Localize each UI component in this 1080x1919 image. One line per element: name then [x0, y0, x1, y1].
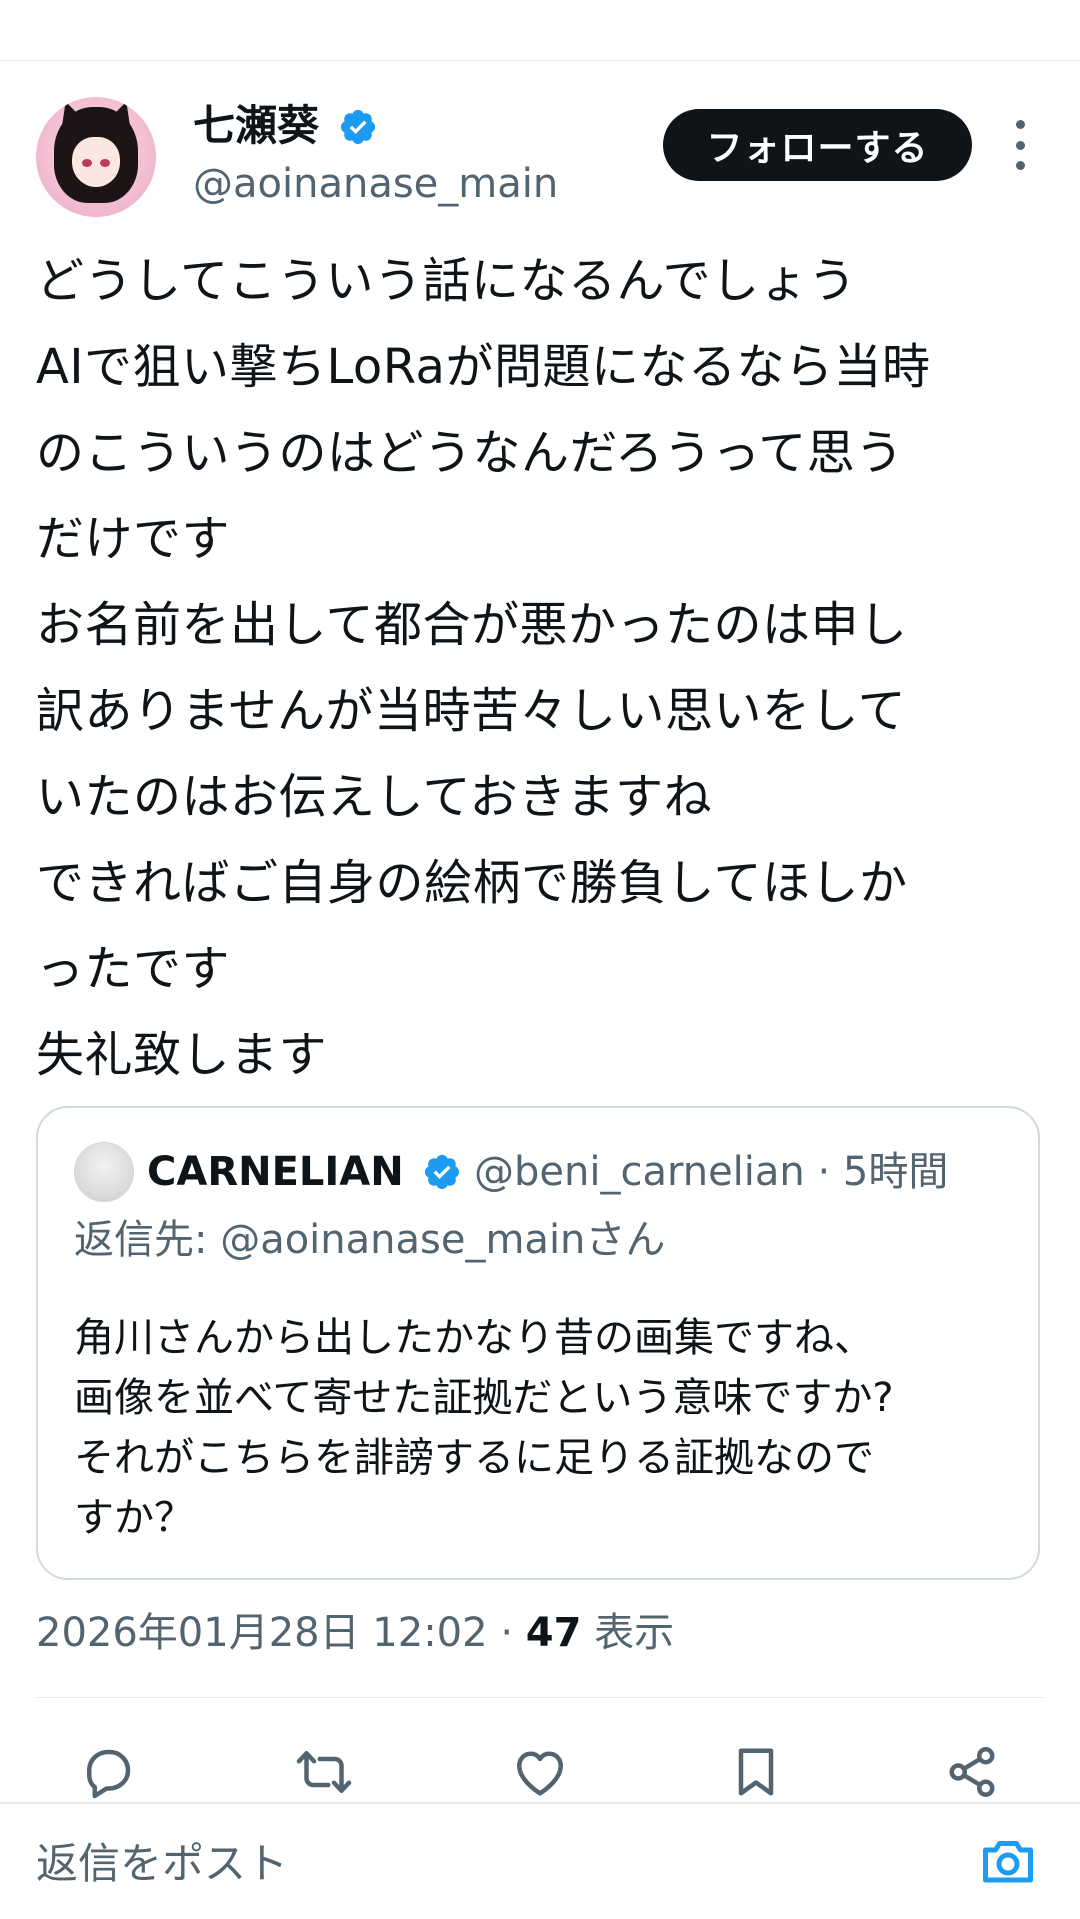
share-icon	[949, 1747, 995, 1797]
views-count: 47	[525, 1610, 582, 1656]
quote-text-line: 角川さんから出したかなり昔の画集ですね、	[74, 1315, 874, 1361]
camera-button[interactable]	[978, 1830, 1038, 1890]
repost-icon	[296, 1751, 352, 1793]
post-text-line: だけです	[36, 511, 231, 567]
bookmark-button[interactable]	[724, 1740, 788, 1804]
like-icon	[517, 1751, 563, 1796]
quote-meta: @beni_carnelian · 5時間	[474, 1146, 948, 1198]
post-text-line: お名前を出して都合が悪かったのは申し	[36, 597, 908, 653]
reply-icon	[87, 1749, 131, 1799]
author-handle[interactable]: @aoinanase_main	[193, 158, 558, 210]
quote-verified-badge-icon	[424, 1154, 460, 1190]
quote-author-display-name: CARNELIAN	[147, 1149, 404, 1195]
more-dot	[1015, 140, 1025, 150]
post-timestamp[interactable]: 2026年01月28日 12:02	[36, 1610, 488, 1656]
quote-author-avatar[interactable]	[74, 1142, 134, 1202]
repost-button[interactable]	[292, 1740, 356, 1804]
reply-composer	[0, 1802, 1080, 1919]
bookmark-icon	[738, 1748, 774, 1796]
post-text-line: 失礼致します	[36, 1027, 328, 1083]
views-label: 表示	[594, 1610, 675, 1656]
avatar-face	[72, 137, 120, 187]
more-dot	[1015, 161, 1025, 170]
avatar-eye-left	[82, 159, 92, 167]
quote-reply-to: 返信先: @aoinanase_mainさん	[74, 1217, 666, 1263]
quote-time: 5時間	[842, 1149, 949, 1195]
more-options-icon[interactable]	[1005, 120, 1035, 170]
avatar-eye-right	[100, 159, 110, 167]
like-button[interactable]	[508, 1740, 572, 1804]
quote-separator: ·	[817, 1149, 831, 1195]
verified-badge-icon	[340, 109, 376, 145]
quoted-post-card[interactable]: CARNELIAN @beni_carnelian · 5時間 返信先: @ao…	[36, 1106, 1040, 1580]
quote-author-handle: @beni_carnelian	[474, 1149, 805, 1195]
quote-text-line: すか？	[74, 1495, 194, 1541]
follow-button[interactable]: フォローする	[663, 109, 972, 181]
post-text: どうしてこういう話になるんでしょう AIで狙い撃ちLoRaが問題になるなら当時 …	[36, 238, 1046, 1098]
author-avatar[interactable]	[36, 97, 156, 217]
top-header-strip	[0, 0, 1080, 61]
quote-text: 角川さんから出したかなり昔の画集ですね、 画像を並べて寄せた証拠だという意味です…	[74, 1308, 1014, 1548]
share-button[interactable]	[940, 1740, 1004, 1804]
post-text-line: ったです	[36, 941, 231, 997]
post-text-line: のこういうのはどうなんだろうって思う	[36, 425, 904, 481]
metadata-separator: ·	[500, 1610, 514, 1656]
author-display-name[interactable]: 七瀬葵	[193, 98, 319, 154]
post-text-line: 訳ありませんが当時苦々しい思いをして	[36, 683, 907, 739]
post-text-line: どうしてこういう話になるんでしょう	[36, 253, 857, 309]
post-text-line: できればご自身の絵柄で勝負してほしか	[36, 855, 908, 911]
quote-text-line: それがこちらを誹謗するに足りる証拠なので	[74, 1435, 874, 1481]
reply-input[interactable]	[36, 1828, 936, 1898]
quote-text-line: 画像を並べて寄せた証拠だという意味ですか?	[74, 1375, 894, 1421]
post-text-line: AIで狙い撃ちLoRaが問題になるなら当時	[36, 339, 931, 395]
camera-icon	[983, 1841, 1033, 1883]
reply-button[interactable]	[76, 1740, 140, 1804]
post-text-line: いたのはお伝えしておきますね	[36, 769, 713, 825]
more-dot	[1015, 120, 1025, 129]
divider	[36, 1697, 1044, 1698]
post-metadata: 2026年01月28日 12:02 · 47 表示	[36, 1607, 674, 1659]
